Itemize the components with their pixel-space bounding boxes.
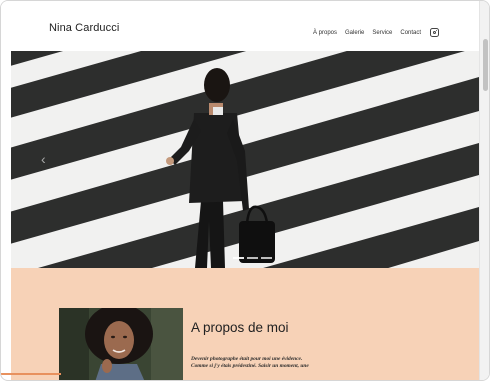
about-title: A propos de moi xyxy=(191,320,289,335)
hero-carousel: ‹ xyxy=(11,51,479,268)
carousel-indicator-2[interactable] xyxy=(247,257,258,259)
nav-link-contact[interactable]: Contact xyxy=(400,30,421,36)
about-text: Devenir photographe était pour moi une é… xyxy=(191,356,371,370)
carousel-indicator-3[interactable] xyxy=(261,257,272,259)
carousel-prev-icon[interactable]: ‹ xyxy=(41,151,51,167)
instagram-icon[interactable] xyxy=(430,28,440,37)
nav-link-galerie[interactable]: Galerie xyxy=(345,30,364,36)
carousel-indicator-1[interactable] xyxy=(233,257,244,259)
about-text-line: Devenir photographe était pour moi une é… xyxy=(191,356,303,362)
hero-image-crosswalk-man xyxy=(11,51,479,268)
browser-viewport: Nina Carducci À propos Galerie Service C… xyxy=(0,0,490,381)
about-text-line: Comme si j'y étais prédestiné. Saisir un… xyxy=(191,363,309,369)
about-section: A propos de moi Devenir photographe étai… xyxy=(11,268,479,380)
scrollbar-thumb[interactable] xyxy=(483,39,488,91)
carousel-indicators xyxy=(233,257,272,259)
accent-divider xyxy=(1,373,61,375)
page-scrollbar[interactable] xyxy=(479,1,489,380)
main-nav: À propos Galerie Service Contact xyxy=(313,28,440,37)
site-header: Nina Carducci À propos Galerie Service C… xyxy=(1,1,479,51)
portrait-photo xyxy=(59,308,183,380)
nav-link-a-propos[interactable]: À propos xyxy=(313,30,337,36)
brand-name[interactable]: Nina Carducci xyxy=(49,22,119,34)
nav-link-service[interactable]: Service xyxy=(372,30,392,36)
